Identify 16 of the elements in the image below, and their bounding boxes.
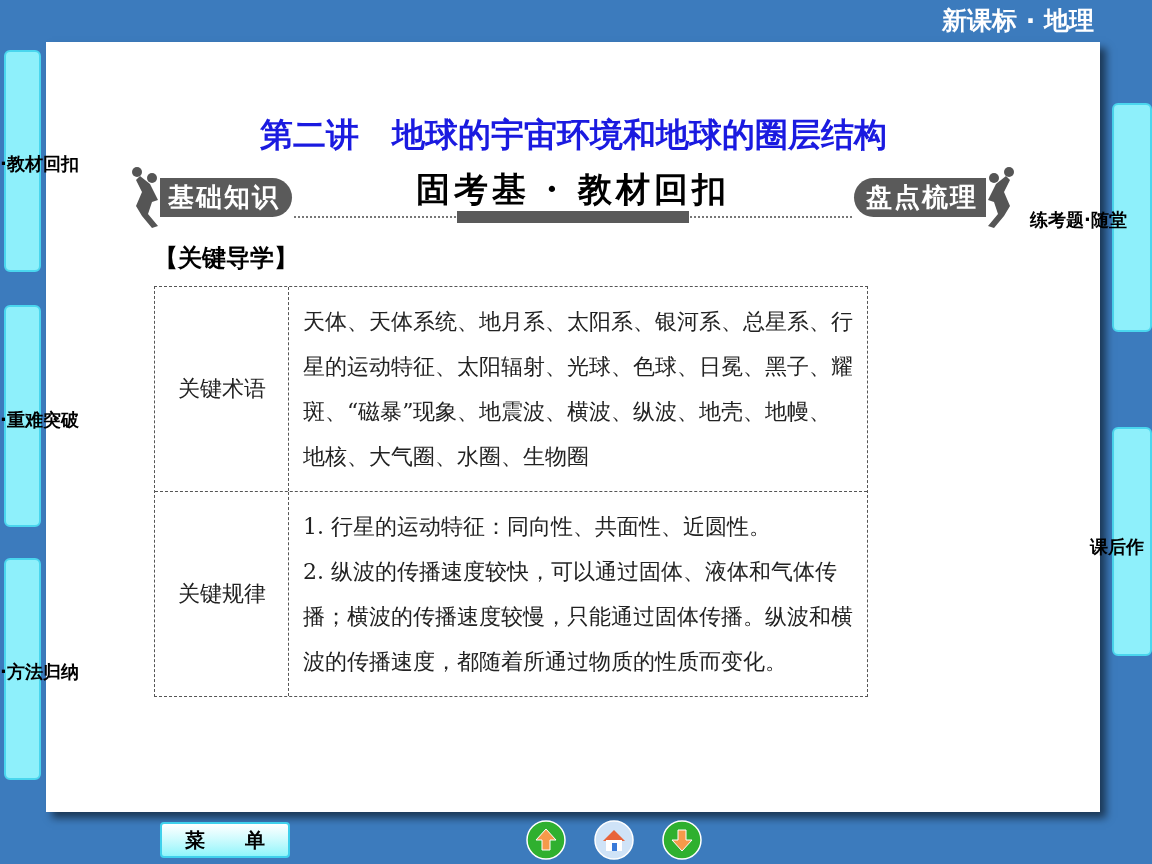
home-icon[interactable] [594, 820, 634, 860]
row-text: 1. 行星的运动特征：同向性、共面性、近圆性。 [303, 512, 772, 541]
menu-button[interactable]: 菜 单 [160, 822, 290, 858]
course-title: 新课标 · 地理 [942, 5, 1094, 38]
section-badge: 盘点梳理 [854, 178, 986, 217]
banner-heading: 固考基 · 教材回扣 [416, 168, 730, 209]
slide-title: 第二讲 地球的宇宙环境和地球的圈层结构 [259, 114, 887, 156]
section-label: 【关键导学】 [154, 242, 299, 274]
row-text: 天体、天体系统、地月系、太阳系、银河系、总星系、行星的运动特征、太阳辐射、光球、色球、日冕、黑子、耀斑、“磁暴”现象、地震波、横波、纵波、地壳、地幔、地核、大气圈、水圈、生物圈 [303, 307, 853, 471]
row-label: 关键术语 [177, 375, 266, 403]
row-text: 2. 纵波的传播速度较快，可以通过固体、液体和气体传播；横波的传播速度较慢，只能通过固体传播。纵波和横波的传播速度，都随着所通过物质的性质而变化。 [303, 557, 853, 676]
side-tab[interactable] [4, 50, 41, 272]
row-label: 关键规律 [177, 580, 266, 608]
section-badge: 基础知识 [160, 178, 292, 217]
down-arrow-icon[interactable] [662, 820, 702, 860]
up-arrow-icon[interactable] [526, 820, 566, 860]
